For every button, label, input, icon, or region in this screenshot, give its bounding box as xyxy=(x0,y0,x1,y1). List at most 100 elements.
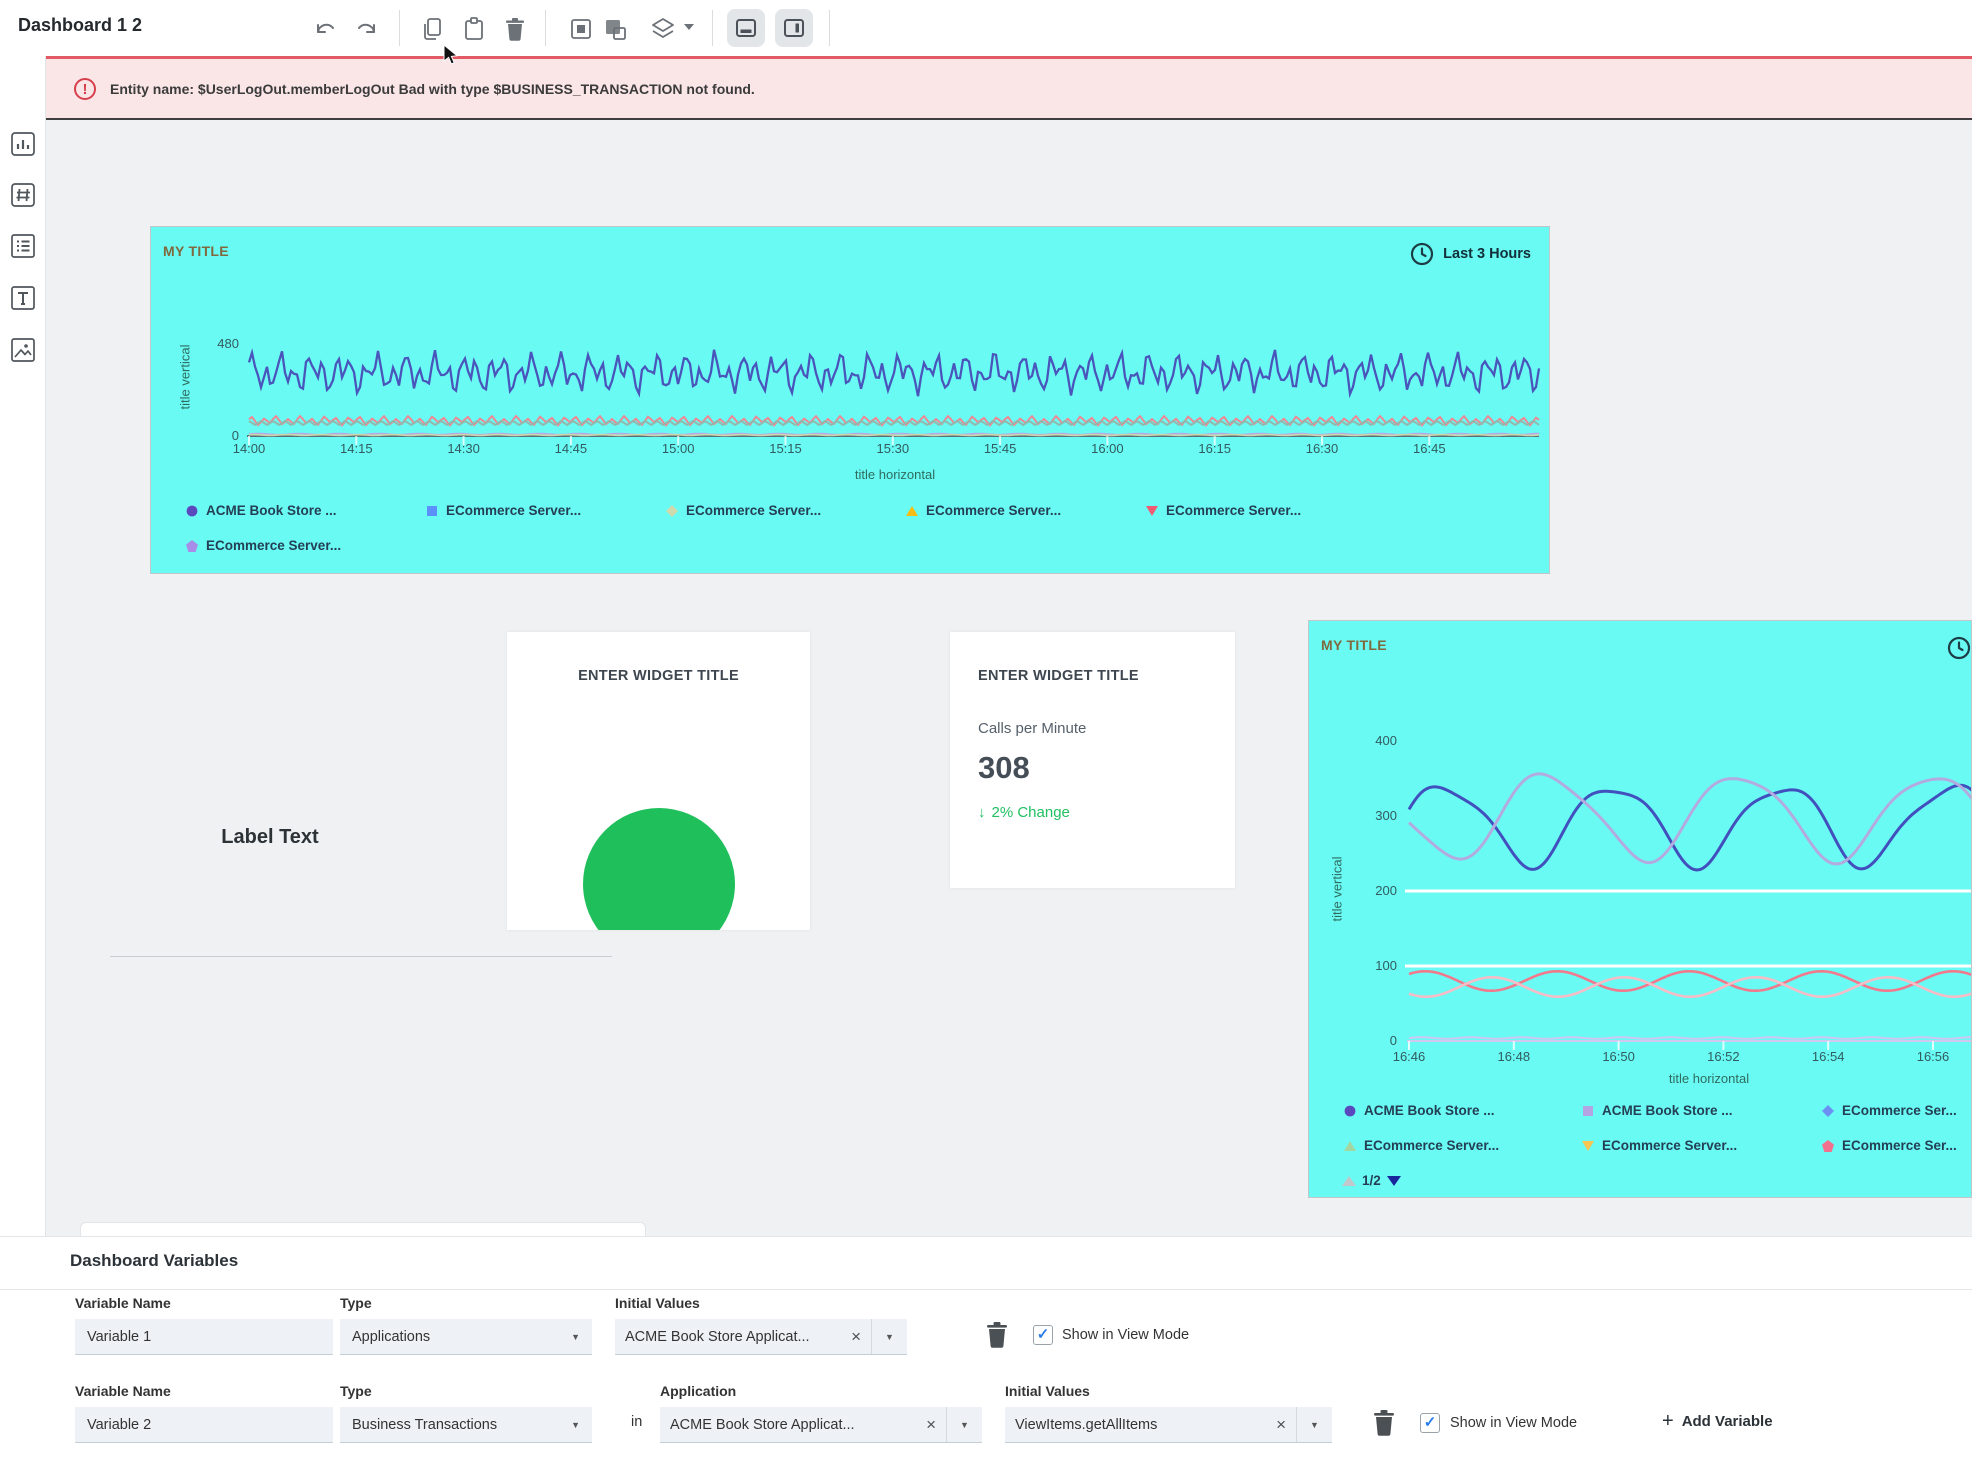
time-range[interactable]: Last 3 Hours xyxy=(1409,241,1531,267)
dashboard-editor: Dashboard 1 2 xyxy=(0,0,1972,1484)
timeseries-widget-1[interactable]: MY TITLE Last 3 Hours 480014:0014:1514:3… xyxy=(150,226,1550,574)
legend-marker-triangle-up xyxy=(906,505,918,517)
legend-marker-circle xyxy=(186,505,198,517)
show-in-view-mode-label: Show in View Mode xyxy=(1062,1327,1189,1343)
legend-label: ECommerce Ser... xyxy=(1842,1103,1957,1118)
image-widget-icon[interactable] xyxy=(9,336,37,364)
layers-caret-icon[interactable] xyxy=(684,24,694,30)
legend-item[interactable]: ECommerce Server... xyxy=(906,503,1061,518)
health-widget[interactable]: ENTER WIDGET TITLE xyxy=(507,632,810,930)
legend-item[interactable]: ECommerce Server... xyxy=(1344,1138,1499,1153)
layout-bottom-panel-button[interactable] xyxy=(727,9,765,47)
x-tick-label: 16:48 xyxy=(1484,1049,1544,1064)
legend-marker-square xyxy=(1582,1105,1594,1117)
metric-widget[interactable]: ENTER WIDGET TITLE Calls per Minute 308 … xyxy=(950,632,1235,888)
y-tick-label: 480 xyxy=(189,336,239,351)
y-tick-label: 300 xyxy=(1347,808,1397,823)
add-variable-button[interactable]: +Add Variable xyxy=(1662,1410,1773,1433)
legend-marker-diamond xyxy=(666,505,678,517)
type-select[interactable]: Applications ▼ xyxy=(340,1319,592,1355)
y-tick-label: 100 xyxy=(1347,958,1397,973)
combo-value: ACME Book Store Applicat... xyxy=(670,1417,855,1433)
legend-item[interactable]: ACME Book Store ... xyxy=(1344,1103,1495,1118)
field-variable-name: Variable Name Variable 1 xyxy=(75,1295,333,1355)
field-variable-name: Variable NameVariable 2 xyxy=(75,1383,333,1443)
delete-icon[interactable] xyxy=(502,16,528,42)
chart-widget-icon[interactable] xyxy=(9,130,37,158)
select-value: Business Transactions xyxy=(352,1417,497,1433)
x-tick-label: 15:30 xyxy=(863,441,923,456)
legend-label: ECommerce Server... xyxy=(686,503,821,518)
x-tick-label: 16:52 xyxy=(1693,1049,1753,1064)
clear-icon[interactable]: × xyxy=(843,1327,861,1347)
bring-to-front-icon[interactable] xyxy=(568,16,594,42)
x-tick-label: 14:45 xyxy=(541,441,601,456)
series-line xyxy=(249,434,1539,435)
dashboard-variables-panel: Dashboard Variables Variable NameVariabl… xyxy=(0,1236,1972,1484)
combo-value: ACME Book Store Applicat... xyxy=(625,1329,810,1345)
series-line xyxy=(249,435,1539,436)
variable-name-input[interactable]: Variable 1 xyxy=(75,1319,333,1355)
undo-icon[interactable] xyxy=(314,16,340,42)
x-tick-label: 15:45 xyxy=(970,441,1030,456)
legend-item[interactable]: ECommerce Server... xyxy=(666,503,821,518)
clock-icon xyxy=(1409,241,1435,267)
chevron-down-icon[interactable]: ▼ xyxy=(1296,1407,1332,1442)
timeseries-widget-2[interactable]: MY TITLE 400300200100016:4616:4816:5016:… xyxy=(1308,620,1972,1198)
legend-item[interactable]: ECommerce Server... xyxy=(426,503,581,518)
send-to-back-icon[interactable] xyxy=(602,16,628,42)
legend-label: ECommerce Server... xyxy=(1166,503,1301,518)
show-in-view-mode-checkbox[interactable]: ✓ xyxy=(1420,1413,1440,1433)
legend-item[interactable]: ECommerce Ser... xyxy=(1822,1103,1957,1118)
field-type: TypeBusiness Transactions▼ xyxy=(340,1383,592,1443)
legend-item[interactable]: ECommerce Server... xyxy=(1582,1138,1737,1153)
metric-change: ↓ 2% Change xyxy=(978,804,1070,821)
legend-item[interactable]: ACME Book Store ... xyxy=(1582,1103,1733,1118)
legend-item[interactable]: ECommerce Server... xyxy=(186,538,341,553)
y-tick-label: 400 xyxy=(1347,733,1397,748)
y-tick-label: 200 xyxy=(1347,883,1397,898)
health-status-circle xyxy=(583,808,735,930)
value-combo[interactable]: ACME Book Store Applicat... × ▼ xyxy=(660,1407,982,1443)
show-in-view-mode-checkbox[interactable]: ✓ xyxy=(1033,1325,1053,1345)
page-title: Dashboard 1 2 xyxy=(18,15,142,36)
value-combo[interactable]: ViewItems.getAllItems×▼ xyxy=(1005,1407,1332,1443)
series-line xyxy=(1409,774,1972,864)
chevron-down-icon[interactable]: ▼ xyxy=(946,1407,982,1442)
chevron-down-icon: ▼ xyxy=(571,1332,580,1342)
delete-variable-button[interactable] xyxy=(1372,1409,1396,1436)
widget-edge-line xyxy=(110,956,612,957)
page-indicator: 1/2 xyxy=(1362,1173,1381,1188)
copy-icon[interactable] xyxy=(420,16,446,42)
metric-widget-icon[interactable] xyxy=(9,181,37,209)
x-tick-label: 16:50 xyxy=(1589,1049,1649,1064)
page-down-icon[interactable] xyxy=(1387,1176,1401,1186)
paste-icon[interactable] xyxy=(461,16,487,42)
value-combo[interactable]: ACME Book Store Applicat... × ▼ xyxy=(615,1319,907,1355)
y-axis-title: title vertical xyxy=(178,344,193,409)
select-value: Applications xyxy=(352,1329,430,1345)
clear-icon[interactable]: × xyxy=(918,1415,936,1435)
list-widget-icon[interactable] xyxy=(9,232,37,260)
delete-variable-button[interactable] xyxy=(985,1321,1009,1348)
field-label: Variable Name xyxy=(75,1295,333,1311)
legend-item[interactable]: ECommerce Server... xyxy=(1146,503,1301,518)
page-up-icon[interactable] xyxy=(1342,1176,1356,1186)
text-widget-icon[interactable] xyxy=(9,284,37,312)
layers-icon[interactable] xyxy=(650,16,676,42)
x-tick-label: 14:30 xyxy=(434,441,494,456)
variable-name-input[interactable]: Variable 2 xyxy=(75,1407,333,1443)
redo-icon[interactable] xyxy=(352,16,378,42)
x-axis-title: title horizontal xyxy=(795,467,995,482)
clear-icon[interactable]: × xyxy=(1268,1415,1286,1435)
layout-right-panel-button[interactable] xyxy=(775,9,813,47)
legend-item[interactable]: ECommerce Ser... xyxy=(1822,1138,1957,1153)
legend-item[interactable]: ACME Book Store ... xyxy=(186,503,337,518)
label-widget[interactable]: Label Text xyxy=(150,815,390,860)
chevron-down-icon[interactable]: ▼ xyxy=(871,1319,907,1354)
x-tick-label: 16:54 xyxy=(1798,1049,1858,1064)
legend-label: ECommerce Server... xyxy=(446,503,581,518)
clock-icon xyxy=(1946,635,1972,661)
time-range[interactable] xyxy=(1946,635,1972,661)
type-select[interactable]: Business Transactions▼ xyxy=(340,1407,592,1443)
